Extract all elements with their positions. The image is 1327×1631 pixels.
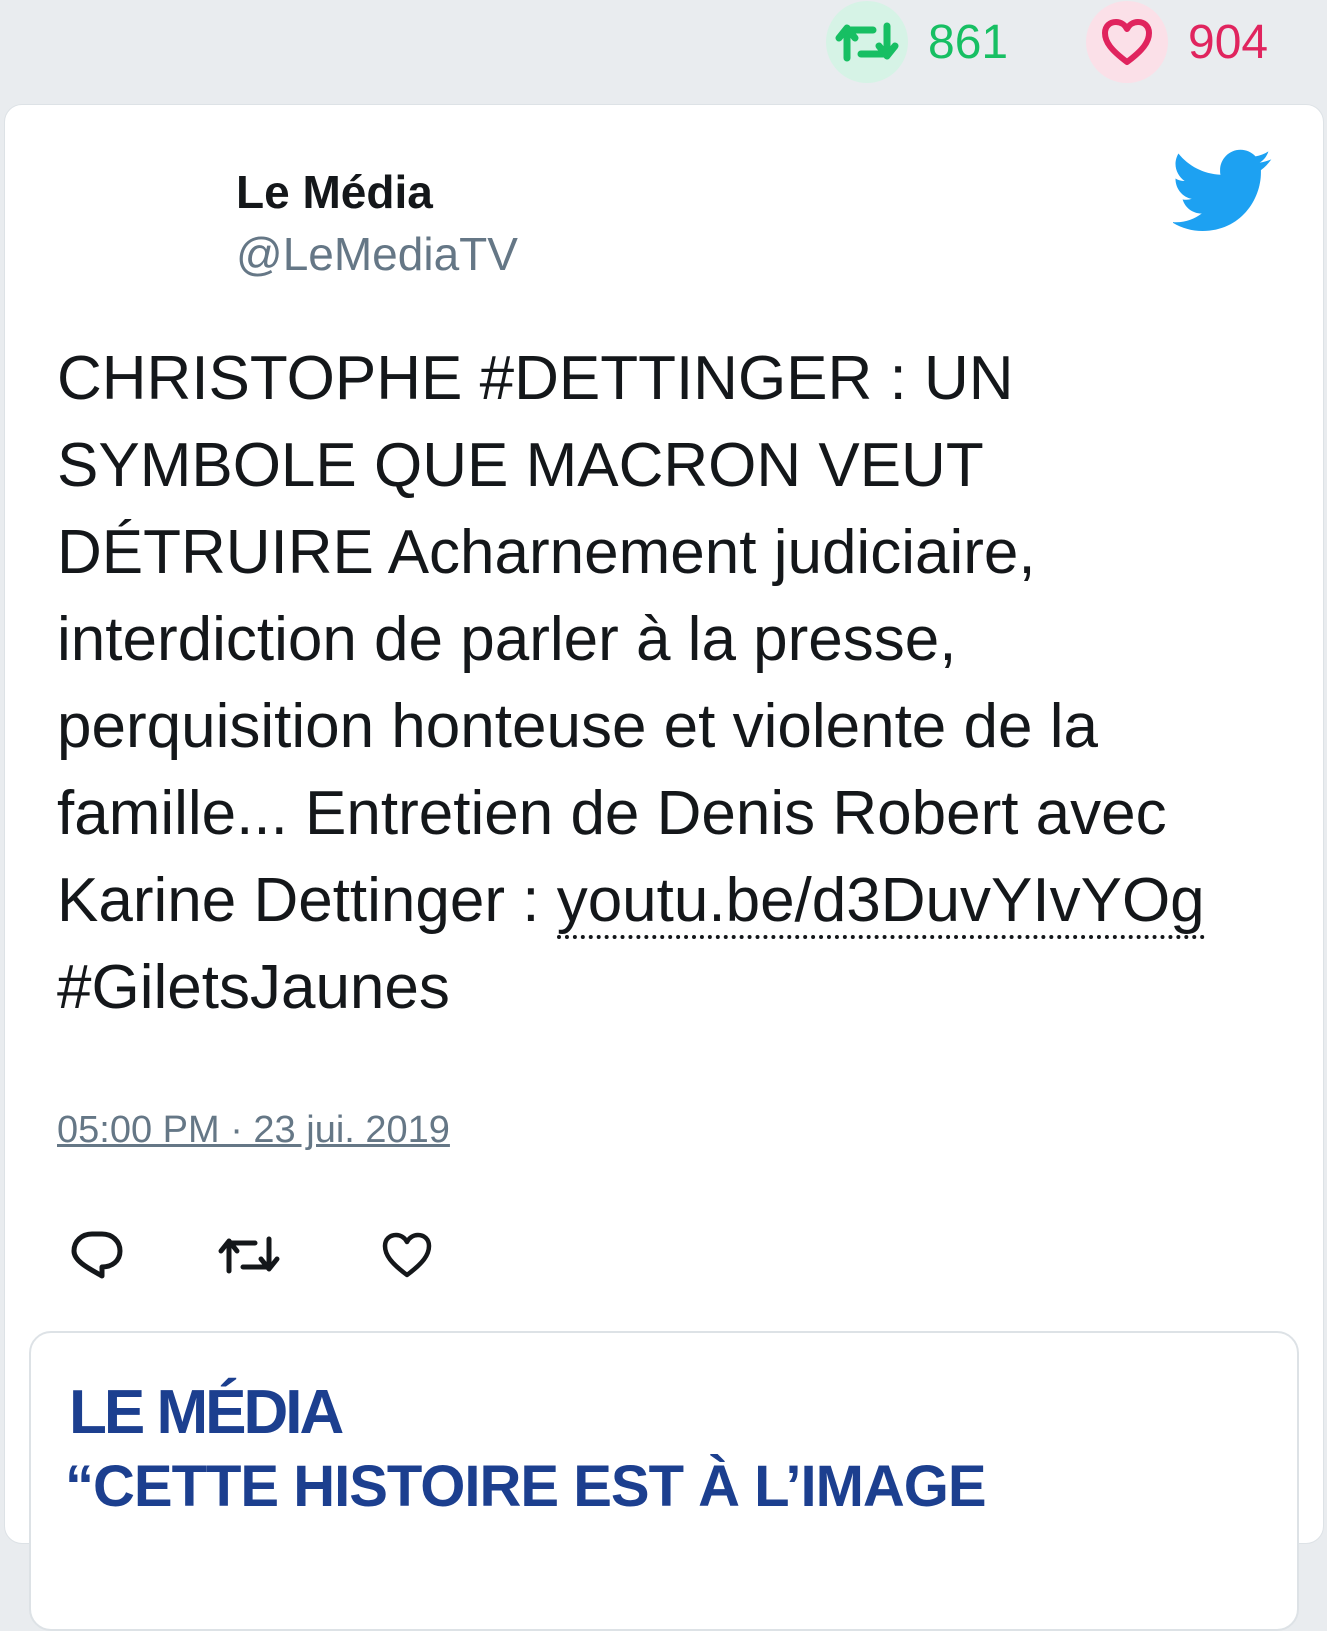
twitter-bird-icon[interactable] [1171,149,1273,238]
tweet-body: CHRISTOPHE #DETTINGER : UN SYMBOLE QUE M… [57,344,1167,935]
link-preview-card[interactable]: LE MÉDIA “CETTE HISTOIRE EST À L’IMAGE [29,1331,1299,1631]
heart-icon [382,1232,432,1278]
retweet-stat[interactable]: 861 [826,0,1008,84]
author-handle[interactable]: @LeMediaTV [236,227,518,281]
author-name[interactable]: Le Média [236,165,433,219]
preview-logo: LE MÉDIA [69,1378,344,1447]
tweet-link[interactable]: youtu.be/d3DuvYIvYOg [556,866,1205,939]
tweet-stats-bar: 861 904 [0,0,1327,100]
retweet-button[interactable] [209,1215,289,1295]
like-button[interactable] [367,1215,447,1295]
like-stat[interactable]: 904 [1086,0,1268,84]
tweet-text: CHRISTOPHE #DETTINGER : UN SYMBOLE QUE M… [57,335,1277,1031]
reply-button[interactable] [57,1215,137,1295]
retweet-icon [218,1236,280,1274]
reply-icon [71,1231,123,1279]
preview-headline: “CETTE HISTOIRE EST À L’IMAGE [65,1454,987,1519]
retweet-count: 861 [928,15,1009,69]
like-count: 904 [1188,15,1269,69]
tweet-card: Le Média @LeMediaTV CHRISTOPHE #DETTINGE… [4,104,1324,1631]
hashtag[interactable]: #GiletsJaunes [57,953,450,1022]
retweet-icon [826,1,908,83]
heart-icon [1086,1,1168,83]
tweet-timestamp[interactable]: 05:00 PM · 23 jui. 2019 [57,1109,450,1152]
